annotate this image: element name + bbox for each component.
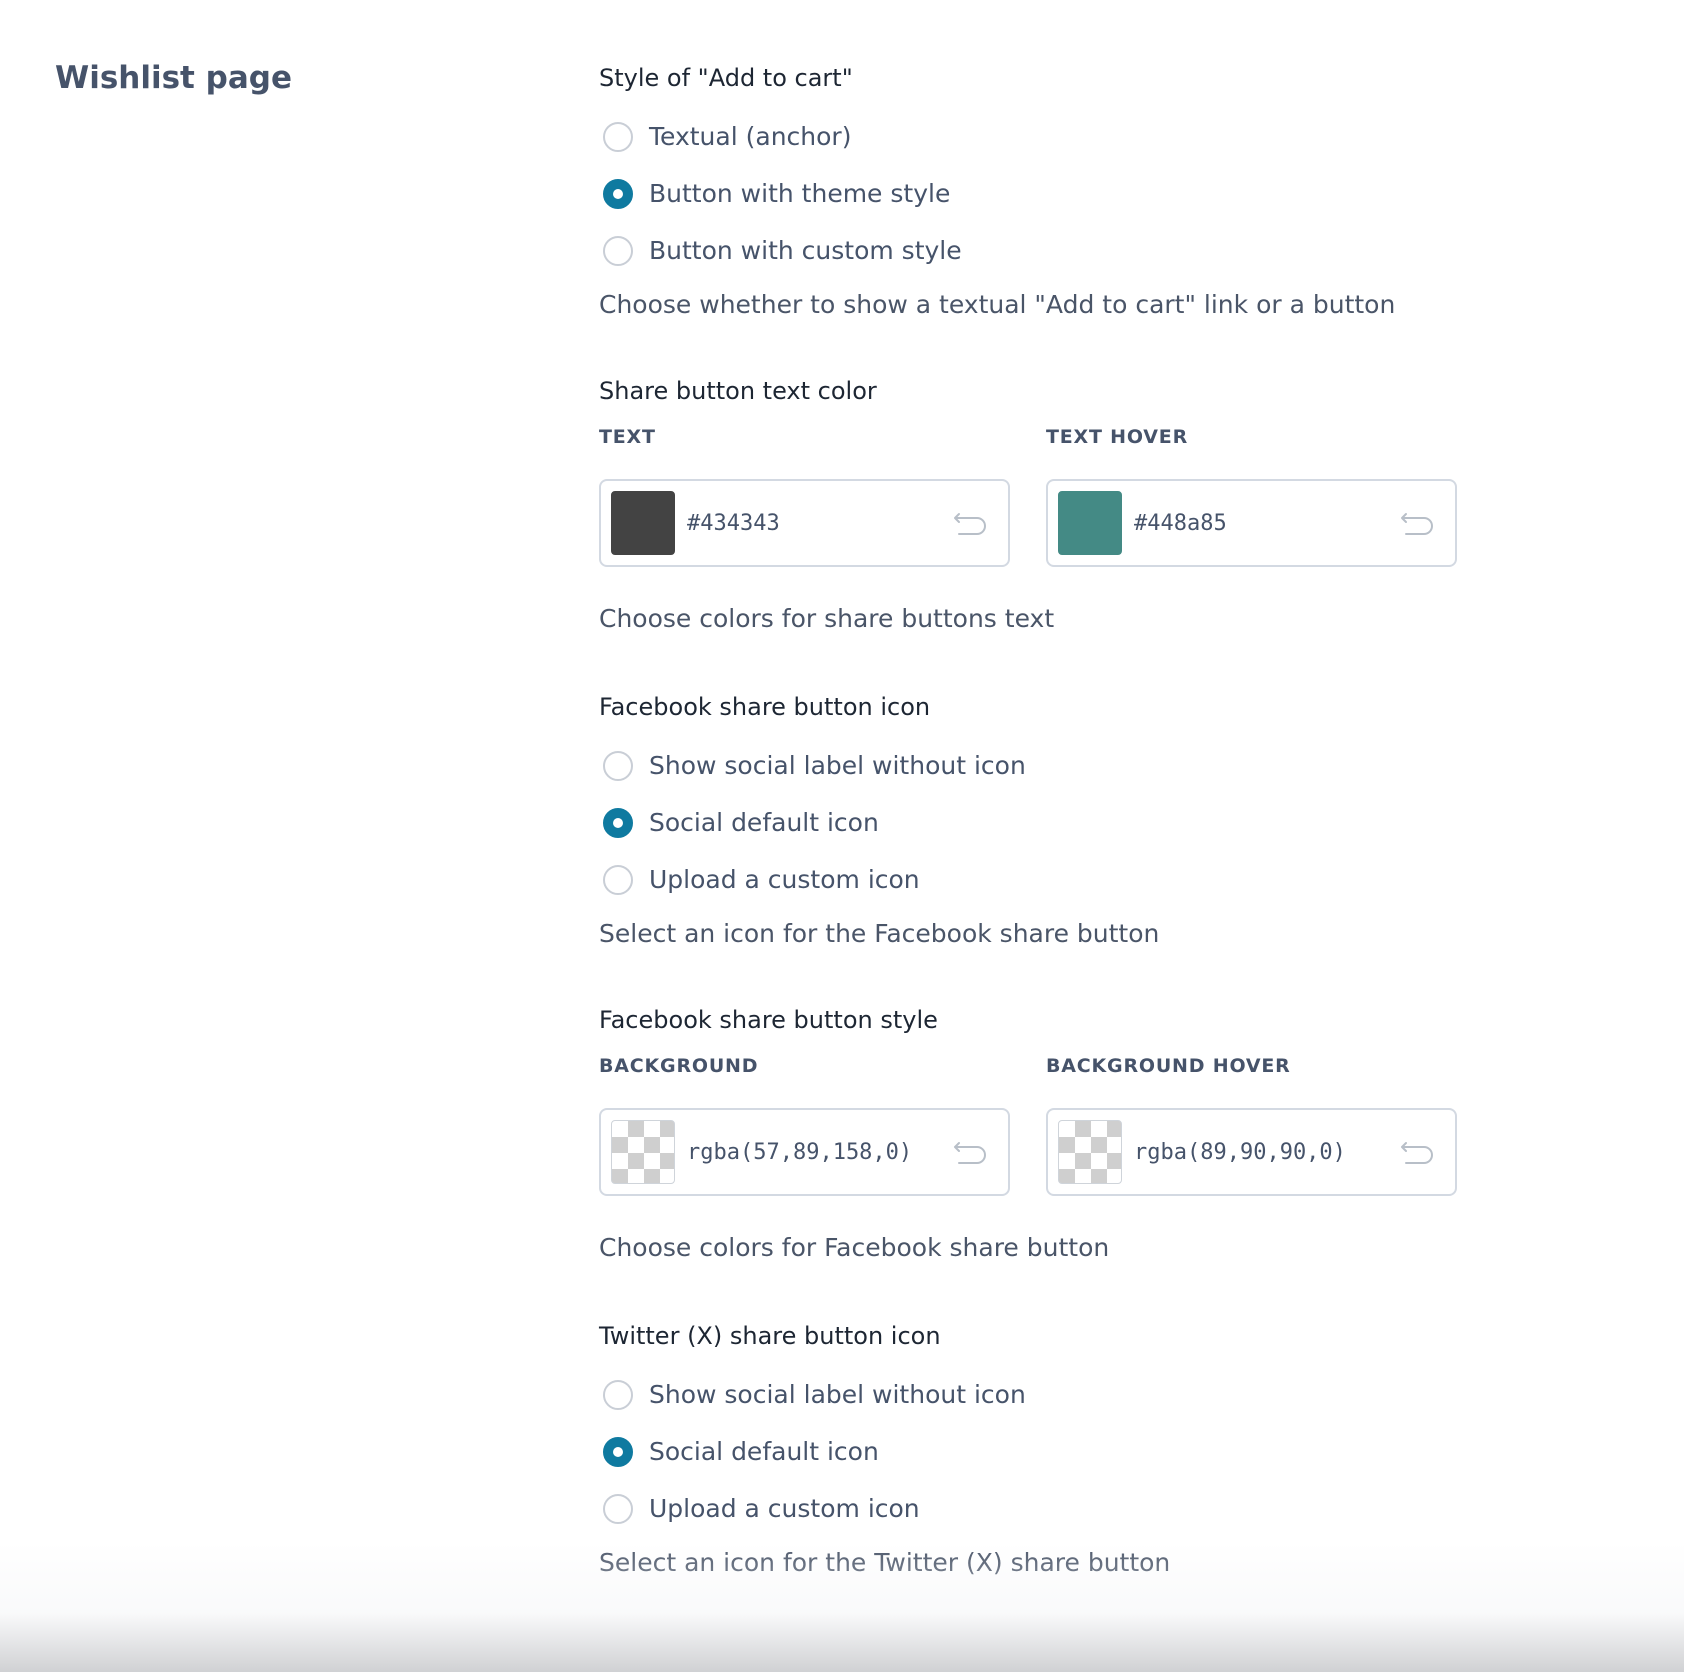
color-swatch-transparent[interactable] [1058,1120,1122,1184]
field-description: Select an icon for the Facebook share bu… [599,919,1160,948]
color-text-column: TEXT #434343 [599,423,1010,567]
radio-option-button-custom-style[interactable]: Button with custom style [599,222,1599,279]
reset-undo-icon[interactable] [1397,508,1437,538]
radio-button[interactable] [603,1493,633,1524]
radio-label: Show social label without icon [649,1380,1026,1409]
radio-option-social-label-without-icon[interactable]: Show social label without icon [599,737,1599,794]
color-picker-background[interactable]: rgba(57,89,158,0) [599,1108,1010,1196]
radio-label: Upload a custom icon [649,865,920,894]
reset-undo-icon[interactable] [950,1137,990,1167]
radio-option-upload-custom-icon[interactable]: Upload a custom icon [599,851,1599,908]
color-value[interactable]: #434343 [687,511,950,536]
radio-label: Social default icon [649,1437,879,1466]
radio-button-checked[interactable] [603,178,633,209]
color-group: TEXT #434343 TEXT HOVER #448a85 [599,423,1599,567]
twitter-icon-field: Twitter (X) share button icon Show socia… [599,1318,1599,1581]
color-sub-label: TEXT HOVER [1046,426,1189,448]
radio-option-textual-anchor[interactable]: Textual (anchor) [599,108,1599,165]
settings-content: Style of "Add to cart" Textual (anchor) … [599,60,1599,1631]
field-label: Share button text color [599,377,877,405]
radio-label: Show social label without icon [649,751,1026,780]
add-to-cart-style-field: Style of "Add to cart" Textual (anchor) … [599,60,1599,323]
field-description: Choose whether to show a textual "Add to… [599,290,1396,319]
field-label: Facebook share button icon [599,693,931,721]
facebook-style-field: Facebook share button style BACKGROUND r… [599,1002,1599,1266]
radio-label: Social default icon [649,808,879,837]
color-swatch-transparent[interactable] [611,1120,675,1184]
field-description: Choose colors for share buttons text [599,604,1055,633]
field-label: Twitter (X) share button icon [599,1322,941,1350]
color-group: BACKGROUND rgba(57,89,158,0) BACKGROUND … [599,1052,1599,1196]
field-description: Select an icon for the Twitter (X) share… [599,1548,1171,1577]
radio-button-checked[interactable] [603,1436,633,1467]
color-picker-background-hover[interactable]: rgba(89,90,90,0) [1046,1108,1457,1196]
color-value[interactable]: #448a85 [1134,511,1397,536]
radio-button-checked[interactable] [603,807,633,838]
radio-option-social-label-without-icon[interactable]: Show social label without icon [599,1366,1599,1423]
radio-option-social-default-icon[interactable]: Social default icon [599,794,1599,851]
color-sub-label: TEXT [599,426,656,448]
radio-button[interactable] [603,235,633,266]
radio-option-social-default-icon[interactable]: Social default icon [599,1423,1599,1480]
field-label: Style of "Add to cart" [599,64,853,92]
color-swatch[interactable] [611,491,675,555]
field-description: Choose colors for Facebook share button [599,1233,1110,1262]
color-sub-label: BACKGROUND [599,1055,759,1077]
share-text-color-field: Share button text color TEXT #434343 TEX… [599,373,1599,637]
color-sub-label: BACKGROUND HOVER [1046,1055,1291,1077]
color-picker-text-hover[interactable]: #448a85 [1046,479,1457,567]
reset-undo-icon[interactable] [1397,1137,1437,1167]
color-value[interactable]: rgba(57,89,158,0) [687,1140,950,1165]
color-background-hover-column: BACKGROUND HOVER rgba(89,90,90,0) [1046,1052,1457,1196]
color-swatch[interactable] [1058,491,1122,555]
color-picker-text[interactable]: #434343 [599,479,1010,567]
radio-label: Button with theme style [649,179,951,208]
facebook-icon-field: Facebook share button icon Show social l… [599,689,1599,952]
radio-button[interactable] [603,1379,633,1410]
radio-button[interactable] [603,864,633,895]
radio-label: Textual (anchor) [649,122,852,151]
radio-button[interactable] [603,121,633,152]
section-title: Wishlist page [55,60,292,96]
color-value[interactable]: rgba(89,90,90,0) [1134,1140,1397,1165]
radio-button[interactable] [603,750,633,781]
radio-option-button-theme-style[interactable]: Button with theme style [599,165,1599,222]
color-background-column: BACKGROUND rgba(57,89,158,0) [599,1052,1010,1196]
reset-undo-icon[interactable] [950,508,990,538]
color-text-hover-column: TEXT HOVER #448a85 [1046,423,1457,567]
radio-label: Button with custom style [649,236,962,265]
radio-option-upload-custom-icon[interactable]: Upload a custom icon [599,1480,1599,1537]
radio-label: Upload a custom icon [649,1494,920,1523]
field-label: Facebook share button style [599,1006,938,1034]
